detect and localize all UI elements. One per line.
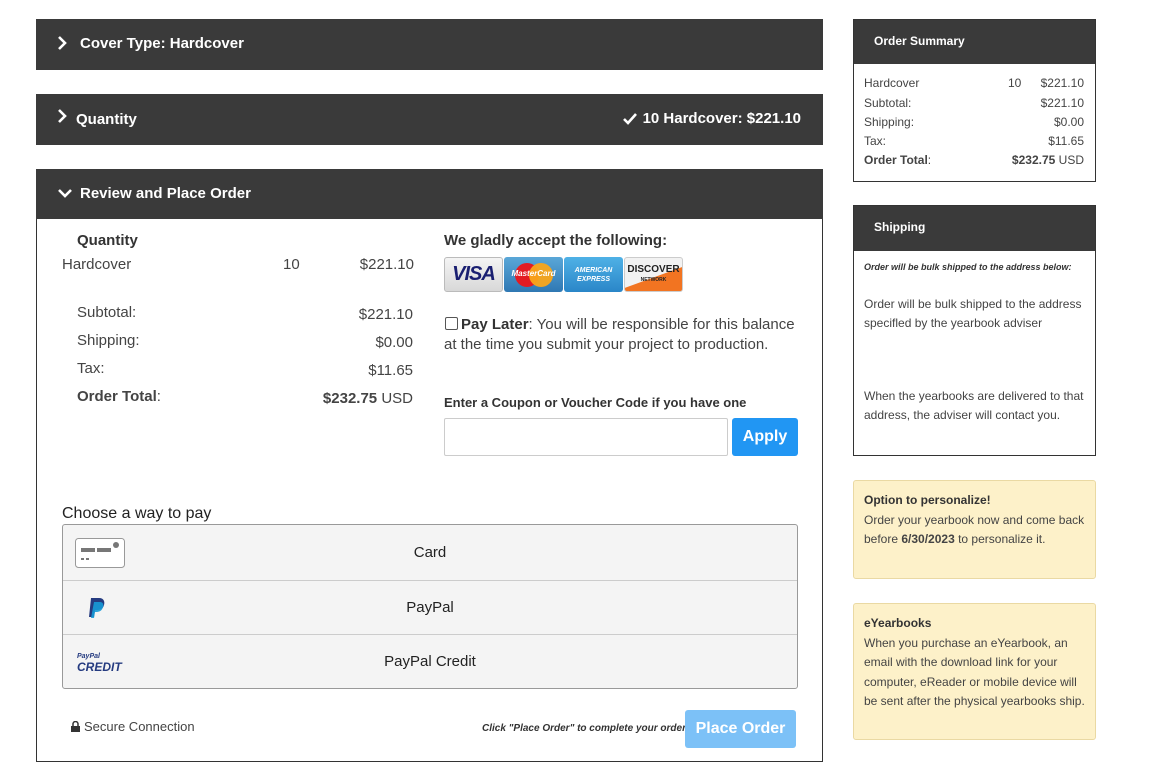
order-item-price: $221.10	[359, 256, 414, 273]
place-order-button[interactable]: Place Order	[685, 710, 796, 748]
shipping-panel: Shipping Order will be bulk shipped to t…	[853, 205, 1096, 456]
pay-paypal-credit-button[interactable]: PayPal CREDIT PayPal Credit	[63, 635, 797, 688]
section-quantity-title: Quantity	[76, 111, 137, 128]
order-item-qty: 10	[283, 256, 300, 273]
paypal-credit-icon: PayPal CREDIT	[77, 652, 122, 674]
shipping-text-2: When the yearbooks are delivered to that…	[864, 389, 1084, 422]
chevron-right-icon	[58, 36, 67, 50]
place-order-note: Click "Place Order" to complete your ord…	[482, 723, 689, 734]
order-quantity-heading: Quantity	[77, 232, 138, 249]
quantity-summary: 10 Hardcover: $221.10	[622, 110, 801, 127]
section-cover-type-title: Cover Type: Hardcover	[80, 35, 244, 52]
paypal-icon	[89, 597, 105, 618]
summary-total-value: $232.75 USD	[1011, 153, 1084, 167]
payment-methods: Card PayPal PayPal CREDIT PayPal Credit	[62, 524, 798, 689]
summary-item-qty: 10	[1008, 76, 1022, 90]
eyearbooks-title: eYearbooks	[864, 616, 932, 630]
section-review[interactable]: Review and Place Order	[36, 169, 823, 219]
summary-shipping-label: Shipping:	[864, 115, 915, 129]
order-shipping-label: Shipping:	[77, 332, 140, 349]
secure-connection-label: Secure Connection	[84, 719, 195, 734]
choose-pay-label: Choose a way to pay	[62, 505, 212, 522]
order-subtotal-label: Subtotal:	[77, 304, 137, 321]
quantity-summary-text: 10 Hardcover: $221.10	[642, 110, 801, 127]
pay-card-label: Card	[413, 544, 447, 561]
summary-total-label: Order Total:	[864, 153, 932, 167]
eyearbooks-text: When you purchase an eYearbook, an email…	[864, 635, 1085, 709]
summary-subtotal-label: Subtotal:	[864, 96, 912, 110]
section-cover-type[interactable]: Cover Type: Hardcover	[36, 19, 823, 70]
order-summary-panel: Order Summary Hardcover 10 $221.10 Subto…	[853, 19, 1096, 182]
personalize-note: Option to personalize! Order your yearbo…	[853, 480, 1096, 579]
pay-paypal-button[interactable]: PayPal	[63, 581, 797, 635]
order-item-name: Hardcover	[62, 256, 132, 273]
shipping-title: Shipping	[854, 206, 1095, 251]
summary-subtotal-value: $221.10	[1040, 96, 1084, 110]
coupon-label: Enter a Coupon or Voucher Code if you ha…	[444, 395, 747, 410]
shipping-text-1: Order will be bulk shipped to the addres…	[864, 297, 1082, 330]
secure-connection: Secure Connection	[71, 719, 195, 734]
lock-icon	[71, 721, 80, 732]
summary-item-name: Hardcover	[864, 76, 920, 90]
personalize-text: Order your yearbook now and come back be…	[864, 512, 1085, 547]
discover-logo: DISCOVER NETWORK	[624, 257, 683, 292]
visa-logo: VISA	[444, 257, 503, 292]
card-logos: VISA MasterCard AMERICAN EXPRESS DISCOVE…	[444, 257, 683, 292]
order-tax-value: $11.65	[368, 362, 413, 379]
section-quantity[interactable]: Quantity 10 Hardcover: $221.10	[36, 94, 823, 145]
review-panel: Quantity Hardcover 10 $221.10 Subtotal: …	[36, 219, 823, 762]
pay-card-button[interactable]: Card	[63, 525, 797, 581]
coupon-input[interactable]	[444, 418, 728, 456]
shipping-note: Order will be bulk shipped to the addres…	[864, 262, 1072, 272]
order-total-label: Order Total:	[77, 388, 161, 405]
pay-paypal-label: PayPal	[406, 599, 454, 616]
eyearbooks-note: eYearbooks When you purchase an eYearboo…	[853, 603, 1096, 740]
summary-item-price: $221.10	[1040, 76, 1084, 90]
order-summary-title: Order Summary	[854, 20, 1095, 64]
accept-heading: We gladly accept the following:	[444, 232, 668, 249]
section-review-title: Review and Place Order	[80, 185, 251, 202]
summary-shipping-value: $0.00	[1053, 115, 1084, 129]
order-subtotal-value: $221.10	[358, 306, 413, 323]
credit-card-icon	[75, 537, 125, 568]
apply-button[interactable]: Apply	[732, 418, 798, 456]
chevron-down-icon	[58, 189, 72, 198]
order-total-value: $232.75 USD	[322, 390, 413, 407]
order-tax-label: Tax:	[77, 360, 105, 377]
order-shipping-value: $0.00	[375, 334, 413, 351]
amex-logo: AMERICAN EXPRESS	[564, 257, 623, 292]
pay-later-text: Pay Later: You will be responsible for t…	[444, 316, 795, 353]
personalize-title: Option to personalize!	[864, 493, 991, 507]
chevron-right-icon	[58, 109, 67, 123]
summary-tax-label: Tax:	[864, 134, 887, 148]
mastercard-logo: MasterCard	[504, 257, 563, 292]
checkmark-icon	[622, 112, 637, 125]
summary-tax-value: $11.65	[1048, 134, 1084, 148]
pay-paypal-credit-label: PayPal Credit	[384, 653, 476, 670]
